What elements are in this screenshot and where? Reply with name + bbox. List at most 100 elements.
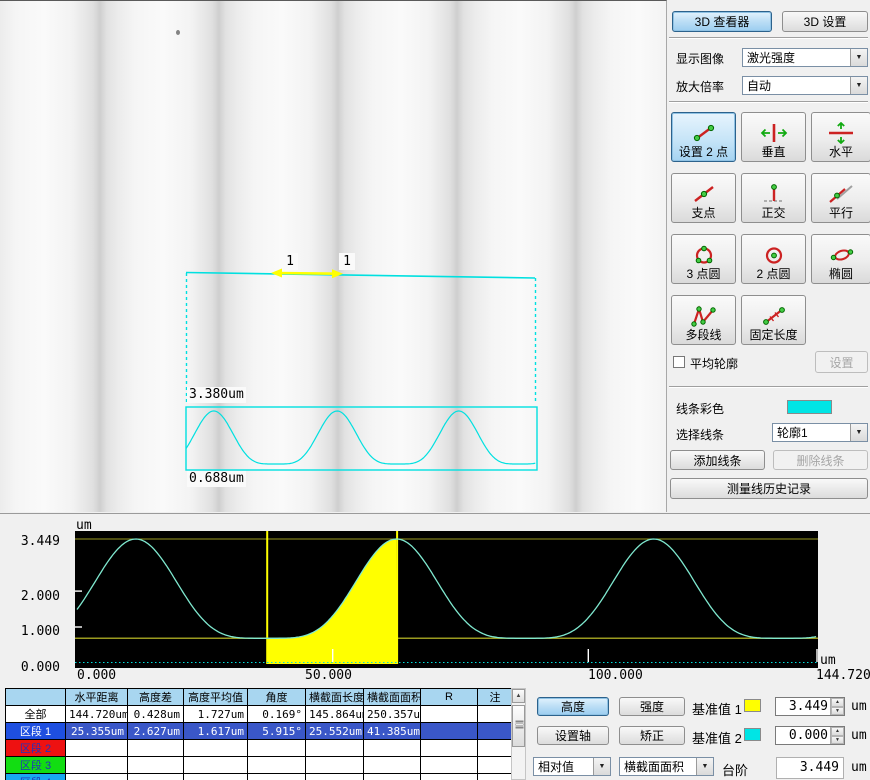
average-profile-checkbox[interactable] — [673, 356, 685, 368]
table-cell[interactable] — [421, 706, 478, 723]
table-row[interactable]: 全部144.720um0.428um1.727um0.169°145.864um… — [6, 706, 513, 723]
table-cell[interactable]: 145.864um — [306, 706, 364, 723]
correct-button[interactable]: 矫正 — [619, 726, 685, 745]
table-cell[interactable] — [364, 774, 421, 780]
tool-parallel-line-button[interactable]: 平行 — [811, 173, 870, 223]
tool-fixed-length-button[interactable]: 固定长度 — [741, 295, 806, 345]
table-row[interactable]: 区段 2 — [6, 740, 513, 757]
3d-viewer-button[interactable]: 3D 查看器 — [672, 11, 772, 32]
table-row[interactable]: 区段 3 — [6, 757, 513, 774]
tool-polyline-button[interactable]: 多段线 — [671, 295, 736, 345]
table-cell[interactable] — [66, 774, 128, 780]
chevron-down-icon[interactable]: ▼ — [850, 77, 867, 94]
table-cell[interactable] — [306, 757, 364, 774]
tool-two-point-line-button[interactable]: 设置 2 点 — [671, 112, 736, 162]
select-line-select[interactable]: 轮廓1 ▼ — [772, 423, 868, 442]
region-boundary-right[interactable] — [396, 531, 398, 664]
spin-up-icon[interactable]: ▲ — [831, 727, 844, 736]
ref2-color-swatch[interactable] — [744, 728, 761, 741]
tool-vertical-line-button[interactable]: 垂直 — [741, 112, 806, 162]
table-cell[interactable] — [248, 774, 306, 780]
tool-circle-2pt-button[interactable]: 2 点圆 — [741, 234, 806, 284]
table-cell[interactable] — [478, 774, 513, 780]
table-cell[interactable] — [478, 723, 513, 740]
table-cell[interactable] — [421, 740, 478, 757]
measure-line[interactable] — [186, 273, 535, 279]
tool-circle-3pt-button[interactable]: 3 点圆 — [671, 234, 736, 284]
table-cell[interactable] — [421, 774, 478, 780]
row-label[interactable]: 区段 3 — [6, 757, 66, 774]
measurement-overlay[interactable] — [0, 1, 667, 513]
table-cell[interactable] — [128, 757, 184, 774]
table-cell[interactable] — [66, 740, 128, 757]
tool-pivot-line-button[interactable]: 支点 — [671, 173, 736, 223]
intensity-mode-button[interactable]: 强度 — [619, 697, 685, 716]
magnification-select[interactable]: 自动 ▼ — [742, 76, 868, 95]
display-image-select[interactable]: 激光强度 ▼ — [742, 48, 868, 67]
relative-value-select[interactable]: 相对值 ▼ — [533, 757, 611, 776]
table-cell[interactable] — [306, 774, 364, 780]
table-cell[interactable] — [66, 757, 128, 774]
cross-section-select[interactable]: 横截面面积 ▼ — [619, 757, 714, 776]
table-cell[interactable]: 250.357um2 — [364, 706, 421, 723]
tool-ellipse-button[interactable]: 椭圆 — [811, 234, 870, 284]
chevron-down-icon[interactable]: ▼ — [850, 424, 867, 441]
scrollbar-thumb[interactable] — [512, 705, 525, 747]
table-cell[interactable]: 144.720um — [66, 706, 128, 723]
table-cell[interactable] — [128, 740, 184, 757]
table-cell[interactable]: 25.552um — [306, 723, 364, 740]
row-label[interactable]: 全部 — [6, 706, 66, 723]
row-label[interactable]: 区段 4 — [6, 774, 66, 780]
table-cell[interactable]: 2.627um — [128, 723, 184, 740]
chevron-down-icon[interactable]: ▼ — [850, 49, 867, 66]
average-profile-settings-button[interactable]: 设置 — [815, 351, 868, 373]
table-cell[interactable]: 1.727um — [184, 706, 248, 723]
delete-line-button[interactable]: 删除线条 — [773, 450, 868, 470]
row-label[interactable]: 区段 1 — [6, 723, 66, 740]
table-cell[interactable] — [128, 774, 184, 780]
spin-down-icon[interactable]: ▼ — [831, 736, 844, 745]
table-cell[interactable] — [421, 723, 478, 740]
table-cell[interactable]: 0.169° — [248, 706, 306, 723]
table-cell[interactable] — [184, 740, 248, 757]
set-axis-button[interactable]: 设置轴 — [537, 726, 609, 745]
table-row[interactable]: 区段 4 — [6, 774, 513, 780]
table-row[interactable]: 区段 125.355um2.627um1.617um5.915°25.552um… — [6, 723, 513, 740]
table-cell[interactable] — [421, 757, 478, 774]
row-label[interactable]: 区段 2 — [6, 740, 66, 757]
3d-settings-button[interactable]: 3D 设置 — [782, 11, 868, 32]
ref1-color-swatch[interactable] — [744, 699, 761, 712]
table-cell[interactable] — [478, 757, 513, 774]
table-cell[interactable] — [478, 706, 513, 723]
chevron-down-icon[interactable]: ▼ — [696, 758, 713, 775]
tool-orthogonal-line-button[interactable]: 正交 — [741, 173, 806, 223]
segment-line[interactable] — [276, 273, 338, 274]
table-scrollbar[interactable]: ▲ — [511, 688, 526, 780]
region-boundary-left[interactable] — [266, 531, 268, 664]
table-cell[interactable]: 41.385um2 — [364, 723, 421, 740]
ref1-spinner[interactable]: 3.449 ▲▼ — [775, 697, 845, 716]
table-cell[interactable]: 25.355um — [66, 723, 128, 740]
measure-history-button[interactable]: 测量线历史记录 — [670, 478, 868, 499]
height-mode-button[interactable]: 高度 — [537, 697, 609, 716]
plot-canvas[interactable] — [75, 531, 818, 668]
add-line-button[interactable]: 添加线条 — [670, 450, 765, 470]
table-cell[interactable] — [306, 740, 364, 757]
table-cell[interactable] — [184, 757, 248, 774]
tool-horizontal-line-button[interactable]: 水平 — [811, 112, 870, 162]
table-cell[interactable]: 5.915° — [248, 723, 306, 740]
line-color-swatch[interactable] — [787, 400, 832, 414]
table-cell[interactable] — [364, 740, 421, 757]
scroll-up-icon[interactable]: ▲ — [512, 689, 525, 703]
chevron-down-icon[interactable]: ▼ — [593, 758, 610, 775]
table-cell[interactable] — [184, 774, 248, 780]
table-cell[interactable] — [248, 740, 306, 757]
microscope-image[interactable]: 1 1 3.380um 0.688um — [0, 0, 667, 512]
table-cell[interactable] — [478, 740, 513, 757]
table-cell[interactable]: 0.428um — [128, 706, 184, 723]
table-cell[interactable] — [248, 757, 306, 774]
spin-down-icon[interactable]: ▼ — [831, 707, 844, 716]
ref2-spinner[interactable]: 0.000 ▲▼ — [775, 726, 845, 745]
table-cell[interactable]: 1.617um — [184, 723, 248, 740]
spin-up-icon[interactable]: ▲ — [831, 698, 844, 707]
